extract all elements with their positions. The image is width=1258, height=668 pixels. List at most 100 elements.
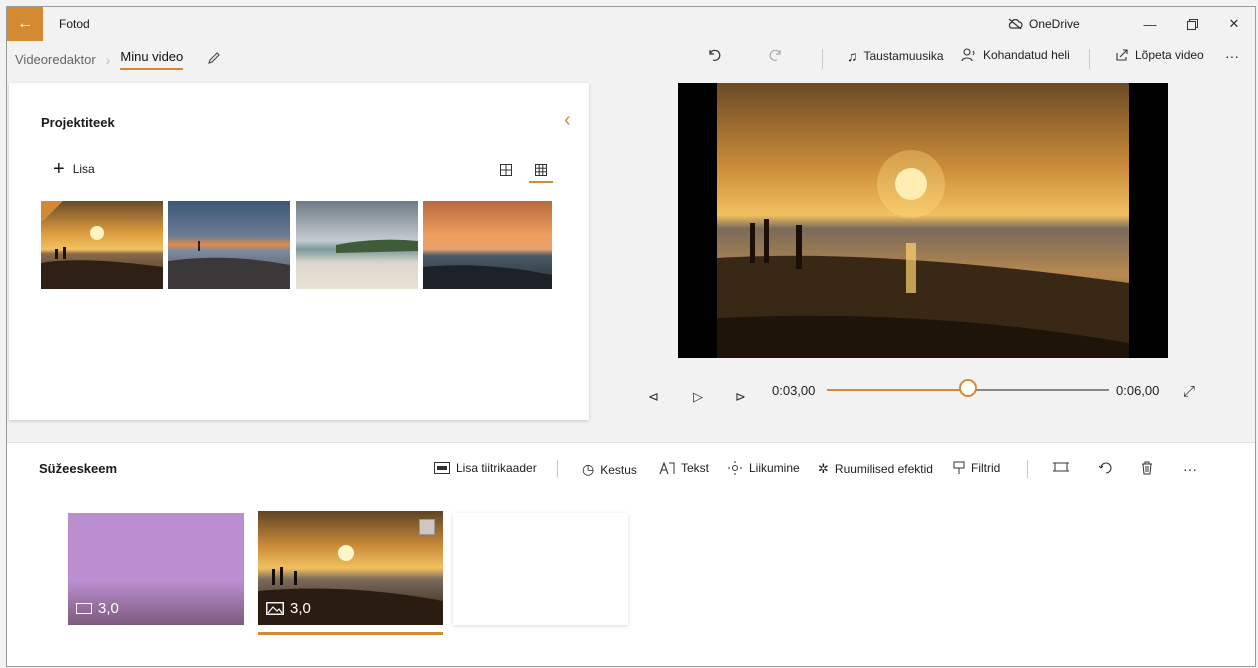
dusk-beach-photo: [168, 201, 290, 289]
text-label: Tekst: [681, 461, 710, 475]
duration-label: Kestus: [600, 462, 637, 477]
cloud-off-icon: [1008, 18, 1023, 30]
custom-audio-label: Kohandatud heli: [983, 48, 1070, 62]
storyboard-panel: Süžeeskeem Lisa tiitrikaader ◷ Kestus Te…: [7, 442, 1255, 666]
library-thumbnail[interactable]: [296, 201, 418, 289]
onedrive-status[interactable]: OneDrive: [1007, 17, 1080, 31]
breadcrumb-current: Minu video: [120, 49, 184, 70]
delete-button[interactable]: [1141, 461, 1153, 475]
play-button[interactable]: ▷: [693, 389, 703, 405]
fullscreen-button[interactable]: ⤢: [1183, 383, 1195, 400]
toolbar-divider: [557, 460, 558, 478]
seek-progress: [827, 389, 968, 391]
filters-button[interactable]: Filtrid: [953, 461, 1000, 475]
storyboard-photo-card[interactable]: 3,0: [258, 511, 443, 625]
redo-icon: [769, 49, 781, 61]
duration-button[interactable]: ◷ Kestus: [582, 461, 637, 478]
rotate-icon: [1099, 462, 1112, 474]
close-icon: ✕: [1228, 16, 1240, 31]
sunset-sea-photo: [423, 201, 552, 289]
cloudy-beach-photo: [296, 201, 418, 289]
storyboard-more-button[interactable]: ···: [1183, 461, 1197, 477]
add-title-card-label: Lisa tiitrikaader: [456, 461, 537, 475]
background-music-label: Taustamuusika: [863, 49, 944, 63]
total-time: 0:06,00: [1116, 383, 1160, 398]
toolbar-divider: [1089, 49, 1090, 69]
3d-effects-label: Ruumilised efektid: [834, 462, 933, 476]
onedrive-label: OneDrive: [1029, 17, 1080, 31]
rename-button[interactable]: [207, 51, 221, 68]
library-title: Projektiteek: [41, 115, 115, 130]
storyboard-title-card[interactable]: 3,0: [68, 513, 244, 625]
rotate-button[interactable]: [1099, 461, 1113, 475]
motion-button[interactable]: Liikumine: [727, 461, 800, 475]
finish-video-label: Lõpeta video: [1135, 48, 1204, 62]
video-preview[interactable]: [678, 83, 1168, 358]
clock-icon: ◷: [582, 461, 595, 477]
app-window: ← Fotod OneDrive — ✕ Videoredaktor › Min…: [6, 6, 1256, 667]
preview-frame-photo: [678, 83, 1168, 358]
storyboard-empty-slot[interactable]: [453, 513, 628, 625]
close-button[interactable]: ✕: [1219, 13, 1249, 35]
title-card-icon: [76, 603, 92, 614]
person-audio-icon: [961, 48, 975, 62]
add-title-card-button[interactable]: Lisa tiitrikaader: [434, 461, 537, 475]
back-button[interactable]: ←: [7, 7, 43, 41]
undo-button[interactable]: [707, 48, 721, 62]
card-duration-value: 3,0: [290, 600, 311, 617]
toolbar-divider: [822, 49, 823, 69]
title-card-icon: [434, 462, 450, 474]
current-time: 0:03,00: [772, 383, 816, 398]
card-duration: 3,0: [76, 600, 119, 617]
plus-icon: +: [53, 158, 65, 180]
filter-icon: [953, 461, 965, 474]
chevron-left-icon: ‹: [564, 109, 571, 131]
toolbar-divider: [1027, 460, 1028, 478]
motion-icon: [728, 461, 742, 475]
minimize-button[interactable]: —: [1135, 13, 1165, 35]
minimize-icon: —: [1143, 16, 1157, 32]
used-in-project-marker: [41, 201, 63, 223]
next-frame-button[interactable]: ⊳: [735, 389, 746, 405]
resize-button[interactable]: [1053, 461, 1069, 473]
collapse-library-button[interactable]: ‹: [564, 109, 571, 132]
text-button[interactable]: Tekst: [659, 461, 709, 475]
more-button[interactable]: ···: [1225, 48, 1239, 64]
library-thumbnail[interactable]: [41, 201, 163, 289]
step-back-icon: ⊲: [648, 389, 659, 404]
background-music-button[interactable]: ♫ Taustamuusika: [847, 48, 944, 64]
custom-audio-button[interactable]: Kohandatud heli: [961, 48, 1070, 62]
restore-icon: [1186, 18, 1198, 30]
library-thumbnail[interactable]: [423, 201, 552, 289]
small-grid-view-button[interactable]: [529, 159, 553, 183]
trash-icon: [1142, 461, 1152, 475]
grid-small-icon: [535, 164, 547, 176]
select-checkbox[interactable]: [419, 519, 435, 535]
library-thumbnail[interactable]: [168, 201, 290, 289]
large-grid-view-button[interactable]: [494, 159, 518, 181]
restore-button[interactable]: [1177, 13, 1207, 35]
finish-video-button[interactable]: Lõpeta video: [1115, 48, 1204, 62]
3d-effects-button[interactable]: ✲ Ruumilised efektid: [818, 461, 933, 477]
breadcrumb: Videoredaktor › Minu video: [15, 49, 221, 70]
previous-frame-button[interactable]: ⊲: [648, 389, 659, 405]
redo-button[interactable]: [769, 48, 783, 62]
grid-large-icon: [500, 164, 512, 176]
resize-icon: [1053, 462, 1069, 472]
image-icon: [266, 602, 284, 615]
app-title: Fotod: [59, 17, 90, 31]
sparkle-icon: ✲: [818, 461, 829, 476]
card-duration: 3,0: [266, 600, 311, 617]
breadcrumb-parent[interactable]: Videoredaktor: [15, 52, 96, 67]
storyboard-title: Süžeeskeem: [39, 461, 118, 476]
more-icon: ···: [1183, 461, 1197, 477]
selected-card-indicator: [258, 632, 443, 635]
seek-handle[interactable]: [959, 379, 977, 397]
play-icon: ▷: [693, 389, 703, 404]
back-arrow-icon: ←: [17, 15, 33, 32]
export-icon: [1116, 49, 1128, 61]
project-library-panel: Projektiteek ‹ + Lisa: [9, 83, 589, 420]
expand-icon: ⤢: [1183, 383, 1196, 400]
motion-label: Liikumine: [749, 461, 800, 475]
add-media-button[interactable]: + Lisa: [53, 159, 95, 179]
